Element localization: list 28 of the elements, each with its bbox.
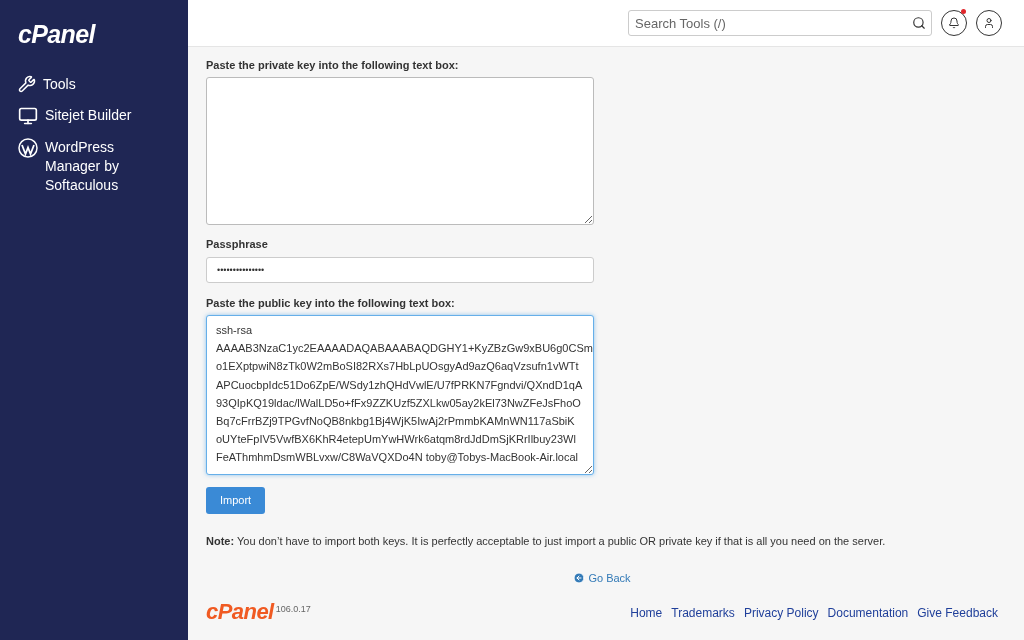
user-icon <box>983 17 995 29</box>
wordpress-icon <box>18 138 38 158</box>
footer-link[interactable]: Trademarks <box>671 603 735 622</box>
sidebar-item[interactable]: WordPress Manager by Softaculous <box>18 137 170 196</box>
sidebar-item[interactable]: Sitejet Builder <box>18 105 170 127</box>
public-key-field[interactable]: ssh-rsa AAAAB3NzaC1yc2EAAAADAQABAAABAQDGHY1+KyZBzGw9xBU6g0CSm o1EXptpwiN8zTk0W2mBoSI82RXs7HbLpUOsgyAd9azQ6aqVzsufn1vWTt APCuocbpIdc51Do6ZpE/WSdy1zhQHdVwlE/U7fPRKN7Fgndvi/QXndD1qA 93QIpKQ19ldac/lWalLD5o+fFx9ZZKUzf5ZXLkw05ay2kEl73NwZFeJsFhoO Bq7cFrrBZj9TPGvfNoQB8nkbg1Bj4WjK5IwAj2rPmmbKAMnWN117aSbiK oUYteFpIV5VwfBX6KhR4etepUmYwHWrk6atqm8rdJdDmSjKRrIlbuy23Wl FeAThmhmDsmWBLvxw/C8WaVQXDo4N toby@Tobys-MacBook-Air.local <box>206 315 594 475</box>
cpanel-logo: cPanel <box>206 600 274 623</box>
footer-link[interactable]: Documentation <box>827 603 909 622</box>
footer-link[interactable]: Give Feedback <box>917 603 998 622</box>
search-field[interactable]: Search Tools (/) <box>628 10 932 36</box>
field-label: Passphrase <box>206 237 269 252</box>
note-text: Note: You don’t have to import both keys. It is perfectly acceptable to just import a public OR private key if that is all you need on the server. <box>206 534 887 549</box>
version-text: 106.0.17 <box>275 602 311 615</box>
go-back-link[interactable]: Go Back <box>573 570 631 587</box>
sidebar-item[interactable]: Tools <box>18 74 170 95</box>
field-label: Paste the private key into the following text box: <box>206 58 460 73</box>
field-label: Paste the public key into the following text box: <box>206 296 456 311</box>
cpanel-logo[interactable]: cPanel <box>18 22 170 47</box>
tools-icon <box>18 75 36 93</box>
footer-link[interactable]: Privacy Policy <box>743 603 819 622</box>
bell-icon <box>948 17 960 29</box>
passphrase-field[interactable]: ••••••••••••••• <box>206 257 594 283</box>
back-icon <box>573 572 586 585</box>
import-button[interactable]: Import <box>206 487 266 514</box>
footer-link[interactable]: Home <box>630 603 663 622</box>
monitor-icon <box>18 106 38 126</box>
search-icon <box>912 16 926 30</box>
private-key-field[interactable] <box>206 77 594 225</box>
